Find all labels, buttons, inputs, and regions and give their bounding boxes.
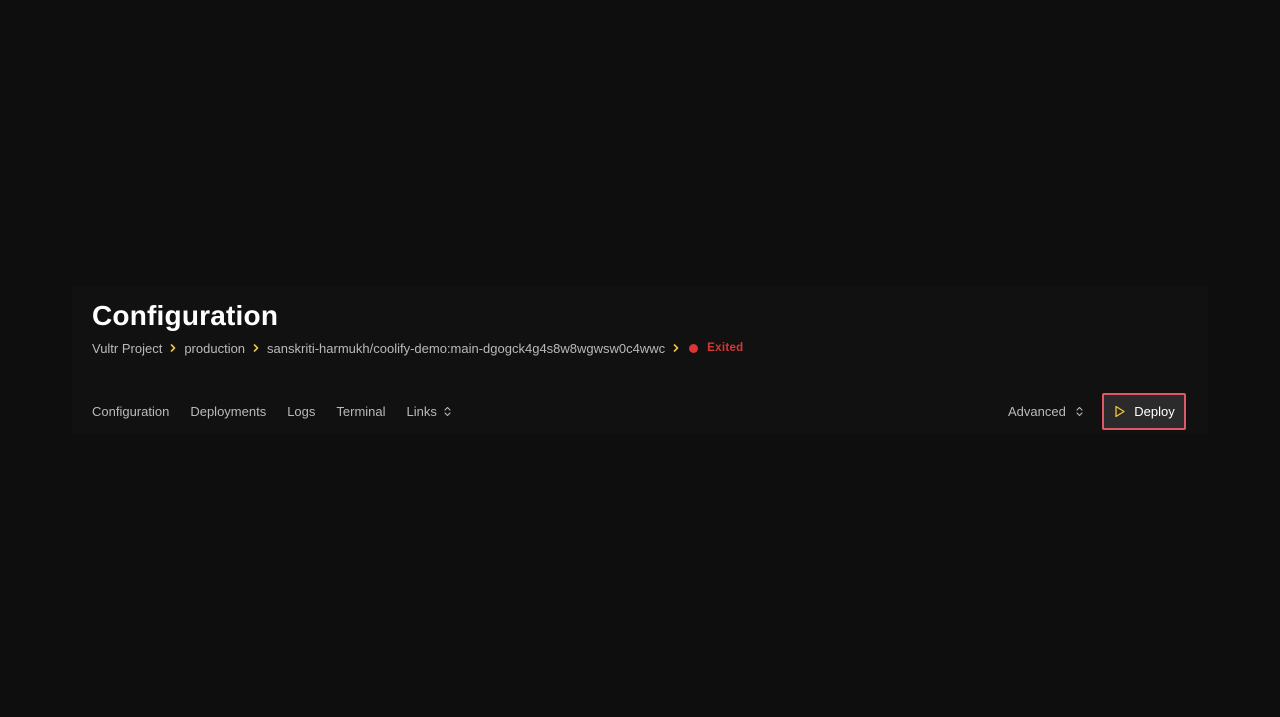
- deploy-button[interactable]: Deploy: [1102, 393, 1186, 430]
- tab-deployments[interactable]: Deployments: [190, 404, 266, 419]
- status-text: Exited: [707, 342, 744, 354]
- breadcrumb: Vultr Project production sanskriti-harmu…: [92, 339, 743, 357]
- breadcrumb-resource[interactable]: sanskriti-harmukh/coolify-demo:main-dgog…: [267, 341, 665, 356]
- breadcrumb-environment[interactable]: production: [184, 341, 245, 356]
- page-title: Configuration: [92, 300, 279, 331]
- tab-logs[interactable]: Logs: [287, 404, 315, 419]
- chevron-right-icon: [162, 344, 184, 352]
- status-badge: Exited: [689, 342, 743, 354]
- advanced-label: Advanced: [1008, 403, 1066, 419]
- play-icon: [1113, 405, 1126, 418]
- chevron-right-icon: [245, 344, 267, 352]
- chevron-up-down-icon: [1076, 406, 1083, 417]
- resource-tabs: Configuration Deployments Logs Terminal …: [92, 402, 472, 420]
- chevron-right-icon: [665, 344, 687, 352]
- deploy-label: Deploy: [1134, 404, 1175, 419]
- breadcrumb-project[interactable]: Vultr Project: [92, 341, 162, 356]
- status-dot-icon: [689, 343, 699, 353]
- tab-configuration[interactable]: Configuration: [92, 404, 169, 419]
- tab-terminal[interactable]: Terminal: [336, 404, 385, 419]
- advanced-dropdown[interactable]: Advanced: [1008, 402, 1083, 420]
- chevron-up-down-icon: [444, 406, 451, 417]
- tab-links-label: Links: [406, 403, 437, 419]
- tab-links[interactable]: Links: [407, 404, 451, 419]
